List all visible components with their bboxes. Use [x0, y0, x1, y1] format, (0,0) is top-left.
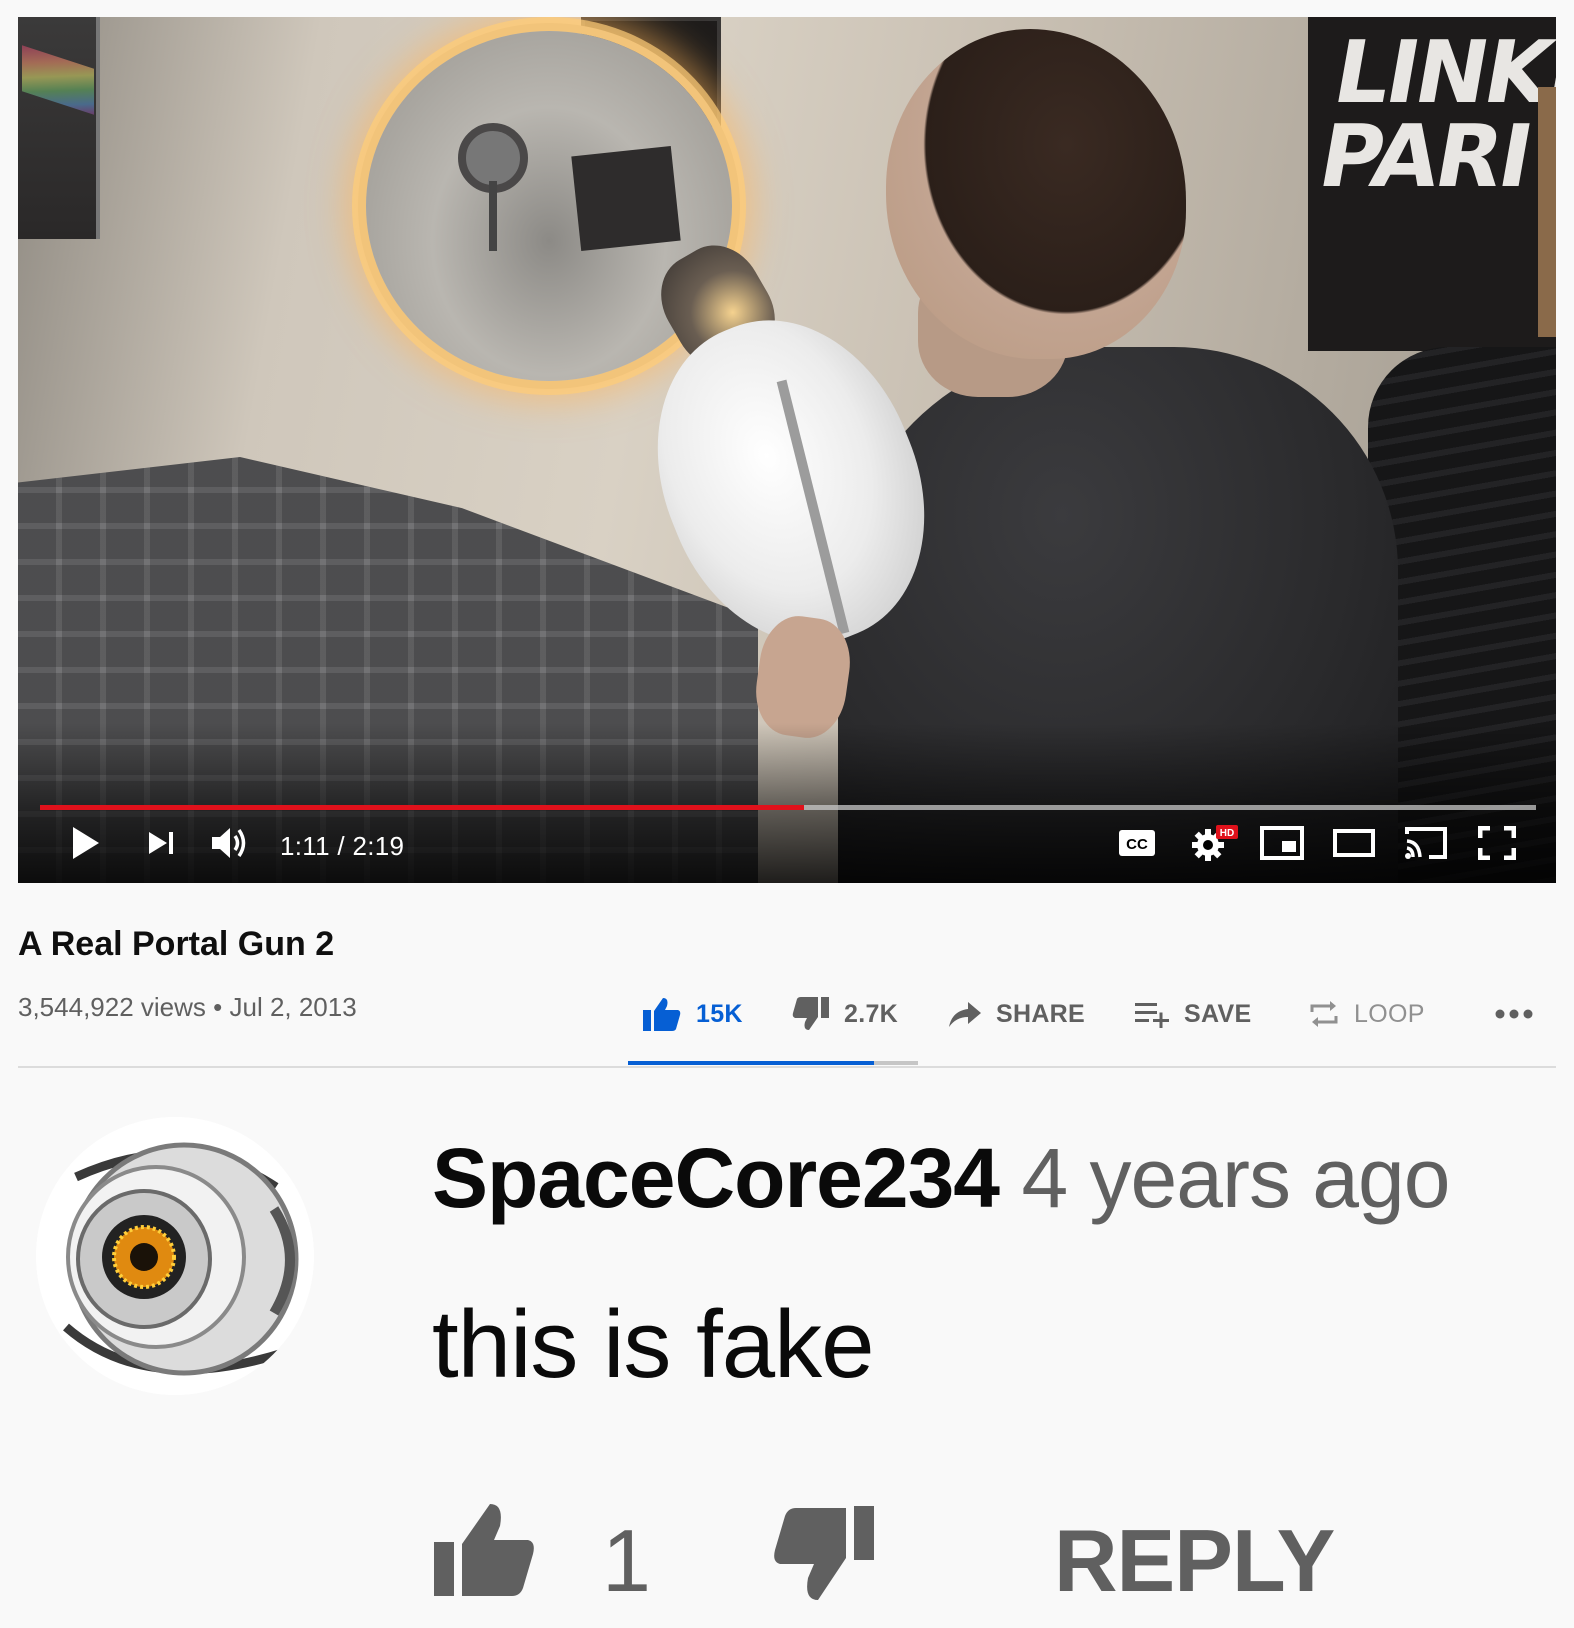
comment-author[interactable]: SpaceCore234 [432, 1131, 1000, 1225]
comment-like-button[interactable] [432, 1500, 536, 1603]
hd-badge: HD [1220, 828, 1234, 839]
poster-logo-text: LINKI PARI [1311, 23, 1556, 208]
time-display: 1:11 / 2:19 [280, 831, 405, 861]
thumbs-up-icon [434, 1504, 534, 1596]
comment-time[interactable]: 4 years ago [1021, 1131, 1450, 1225]
next-icon [149, 832, 173, 854]
meta-separator: • [213, 992, 223, 1022]
loop-icon [1310, 1001, 1338, 1027]
volume-icon [212, 828, 246, 858]
dislike-button[interactable]: 2.7K [792, 992, 898, 1036]
settings-button[interactable]: HD [1188, 821, 1242, 865]
comment-dislike-button[interactable] [772, 1504, 876, 1609]
video-frame-poster-left [18, 17, 100, 239]
progress-played [40, 805, 805, 810]
thumbs-down-icon [792, 997, 829, 1030]
save-label: SAVE [1184, 999, 1252, 1028]
more-horizontal-icon [1495, 1009, 1533, 1019]
avatar[interactable] [36, 1117, 314, 1395]
share-icon [949, 1002, 981, 1027]
play-button[interactable] [66, 821, 106, 865]
thumbs-up-icon [643, 998, 681, 1031]
share-button[interactable]: SHARE [948, 992, 1085, 1036]
sentiment-bar [628, 1061, 918, 1065]
loop-button[interactable]: LOOP [1308, 992, 1425, 1036]
time-current: 1:11 [280, 831, 330, 861]
save-button[interactable]: SAVE [1134, 992, 1251, 1036]
volume-button[interactable] [208, 821, 252, 865]
divider [18, 1066, 1556, 1068]
like-button[interactable]: 15K [642, 992, 743, 1036]
loop-label: LOOP [1354, 999, 1425, 1028]
more-actions-button[interactable] [1494, 992, 1534, 1036]
like-count: 15K [696, 999, 743, 1028]
settings-icon: HD [1192, 825, 1238, 861]
view-count: 3,544,922 views [18, 992, 206, 1022]
miniplayer-button[interactable] [1258, 821, 1306, 865]
share-label: SHARE [996, 999, 1086, 1028]
captions-button[interactable]: CC [1116, 821, 1158, 865]
comment-header: SpaceCore234 4 years ago [432, 1130, 1450, 1227]
theater-icon [1333, 829, 1375, 857]
video-frame-poster-right: LINKI PARI [1308, 17, 1556, 351]
space-core-avatar [36, 1117, 314, 1395]
play-icon [73, 827, 99, 859]
miniplayer-icon [1260, 826, 1304, 860]
playlist-add-icon [1135, 1003, 1169, 1028]
fullscreen-button[interactable] [1474, 821, 1520, 865]
video-meta: 3,544,922 views • Jul 2, 2013 [18, 992, 357, 1023]
time-total: 2:19 [352, 831, 405, 861]
comment-like-count: 1 [602, 1511, 651, 1610]
captions-icon: CC [1119, 830, 1155, 856]
cast-icon [1405, 827, 1447, 859]
video-player[interactable]: LINKI PARI 1:11 / 2:19 CC HD [18, 17, 1556, 883]
cast-button[interactable] [1400, 821, 1452, 865]
dislike-count: 2.7K [844, 999, 899, 1028]
theater-mode-button[interactable] [1330, 821, 1378, 865]
video-title: A Real Portal Gun 2 [18, 925, 335, 963]
reply-button[interactable]: REPLY [1054, 1510, 1335, 1612]
svg-text:CC: CC [1126, 836, 1148, 853]
comment-text: this is fake [432, 1291, 875, 1398]
progress-bar[interactable] [40, 805, 1536, 810]
sentiment-bar-likes [628, 1061, 874, 1065]
player-controls: 1:11 / 2:19 CC HD [18, 817, 1556, 877]
next-button[interactable] [142, 821, 182, 865]
upload-date: Jul 2, 2013 [229, 992, 357, 1022]
thumbs-down-icon [774, 1506, 874, 1600]
fullscreen-icon [1478, 826, 1516, 860]
